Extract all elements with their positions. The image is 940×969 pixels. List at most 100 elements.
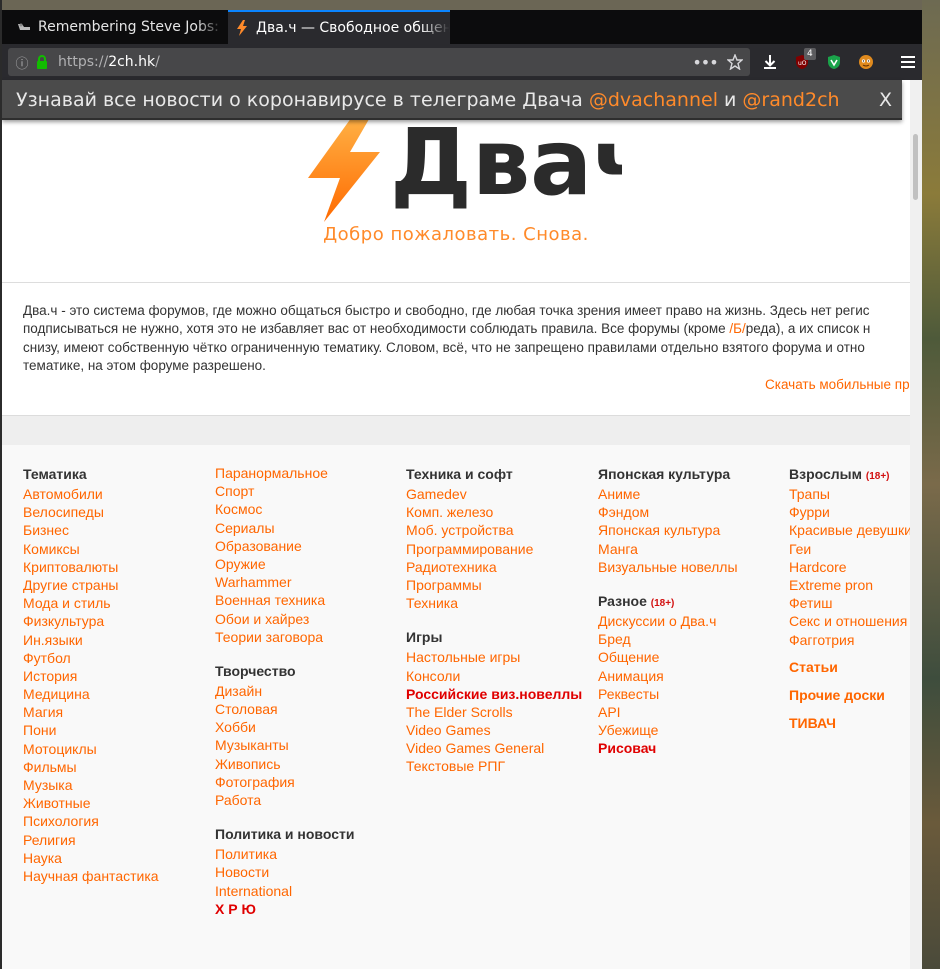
board-link[interactable]: Секс и отношения [789,612,910,630]
b-board-link[interactable]: /Б/ [729,321,745,336]
board-link[interactable]: Пони [23,721,159,739]
board-link[interactable]: Криптовалюты [23,558,159,576]
secure-lock-icon[interactable] [34,55,50,69]
board-link[interactable]: Комп. железо [406,503,582,521]
board-link[interactable]: Настольные игры [406,648,582,666]
board-link[interactable]: Warhammer [215,573,354,591]
board-link[interactable]: Сериалы [215,519,354,537]
board-link[interactable]: Обои и хайрез [215,610,354,628]
board-link[interactable]: Работа [215,791,354,809]
scrollbar-thumb[interactable] [913,134,918,200]
board-link[interactable]: Другие страны [23,576,159,594]
board-link[interactable]: Космос [215,500,354,518]
board-link[interactable]: Фильмы [23,758,159,776]
board-link[interactable]: Трапы [789,485,910,503]
bookmark-star-icon[interactable] [720,54,750,70]
page-scrollbar[interactable] [910,80,922,969]
url-bar[interactable]: ⓘ https://2ch.hk/ ••• [8,48,750,76]
board-link[interactable]: Наука [23,849,159,867]
board-link[interactable]: Столовая [215,700,354,718]
board-link[interactable]: Спорт [215,482,354,500]
mobile-apps-link[interactable]: Скачать мобильные пр [765,377,910,392]
board-link[interactable]: Текстовые РПГ [406,757,582,775]
board-link[interactable]: Фагготрия [789,631,910,649]
rand2ch-link[interactable]: @rand2ch [742,89,839,111]
board-link[interactable]: Фотография [215,773,354,791]
site-info-icon[interactable]: ⓘ [10,53,34,72]
board-link[interactable]: Мода и стиль [23,594,159,612]
board-link[interactable]: Магия [23,703,159,721]
board-link[interactable]: Фетиш [789,594,910,612]
board-link[interactable]: Мотоциклы [23,740,159,758]
board-link[interactable]: Японская культура [598,521,738,539]
board-link[interactable]: Бизнес [23,521,159,539]
board-link[interactable]: Красивые девушки [789,521,910,539]
section-link[interactable]: Прочие доски [789,681,910,709]
board-link[interactable]: Футбол [23,649,159,667]
board-link[interactable]: Убежище [598,721,738,739]
privacy-badger-shield-icon[interactable] [818,48,850,76]
board-link[interactable]: Новости [215,863,354,881]
board-link[interactable]: Медицина [23,685,159,703]
board-link[interactable]: Живопись [215,755,354,773]
board-link[interactable]: Gamedev [406,485,582,503]
board-link[interactable]: Оружие [215,555,354,573]
board-link[interactable]: Моб. устройства [406,521,582,539]
board-link[interactable]: Манга [598,540,738,558]
tab-dvach[interactable]: Два.ч — Свободное общен [228,10,450,44]
board-link[interactable]: Техника [406,594,582,612]
download-icon[interactable] [754,48,786,76]
board-link[interactable]: Хобби [215,718,354,736]
board-link[interactable]: Фурри [789,503,910,521]
board-link[interactable]: Реквесты [598,685,738,703]
board-link[interactable]: Анимация [598,667,738,685]
board-link[interactable]: Религия [23,831,159,849]
section-link[interactable]: Статьи [789,653,910,681]
url-text[interactable]: https://2ch.hk/ [58,54,690,70]
board-link[interactable]: Физкультура [23,612,159,630]
board-link[interactable]: Научная фантастика [23,867,159,885]
board-link[interactable]: История [23,667,159,685]
board-link[interactable]: Велосипеды [23,503,159,521]
tampermonkey-icon[interactable] [850,48,882,76]
dvachannel-link[interactable]: @dvachannel [589,89,718,111]
board-link[interactable]: Музыка [23,776,159,794]
board-link[interactable]: Hardcore [789,558,910,576]
board-link[interactable]: Комиксы [23,540,159,558]
board-link[interactable]: Дискуссии о Два.ч [598,612,738,630]
board-link[interactable]: Video Games General [406,739,582,757]
board-link[interactable]: Геи [789,540,910,558]
board-link[interactable]: Общение [598,648,738,666]
board-link[interactable]: Программирование [406,540,582,558]
board-link[interactable]: The Elder Scrolls [406,703,582,721]
ublock-icon[interactable]: uO 4 [786,48,818,76]
board-link[interactable]: Музыканты [215,736,354,754]
board-link[interactable]: Образование [215,537,354,555]
board-link[interactable]: Психология [23,812,159,830]
board-link[interactable]: Программы [406,576,582,594]
board-link[interactable]: Паранормальное [215,464,354,482]
board-link-hot[interactable]: Российские виз.новеллы [406,685,582,703]
board-link[interactable]: Военная техника [215,591,354,609]
board-link[interactable]: Дизайн [215,682,354,700]
board-link[interactable]: Аниме [598,485,738,503]
board-link[interactable]: Автомобили [23,485,159,503]
board-link[interactable]: Теории заговора [215,628,354,646]
banner-close-button[interactable]: X [879,80,892,120]
hamburger-menu-icon[interactable] [892,48,922,76]
board-link[interactable]: Extreme pron [789,576,910,594]
board-link[interactable]: Политика [215,845,354,863]
board-link[interactable]: Радиотехника [406,558,582,576]
board-link[interactable]: International [215,882,354,900]
page-actions-more-icon[interactable]: ••• [690,53,720,72]
board-link[interactable]: Визуальные новеллы [598,558,738,576]
section-link[interactable]: ТИВАЧ [789,709,910,737]
board-link[interactable]: Консоли [406,667,582,685]
board-link[interactable]: Животные [23,794,159,812]
board-link-hot[interactable]: Рисовач [598,739,738,757]
board-link[interactable]: Ин.языки [23,631,159,649]
board-link[interactable]: API [598,703,738,721]
board-link[interactable]: Video Games [406,721,582,739]
board-link[interactable]: Бред [598,630,738,648]
tab-steve-jobs[interactable]: Remembering Steve Jobs: Pl [10,12,224,42]
